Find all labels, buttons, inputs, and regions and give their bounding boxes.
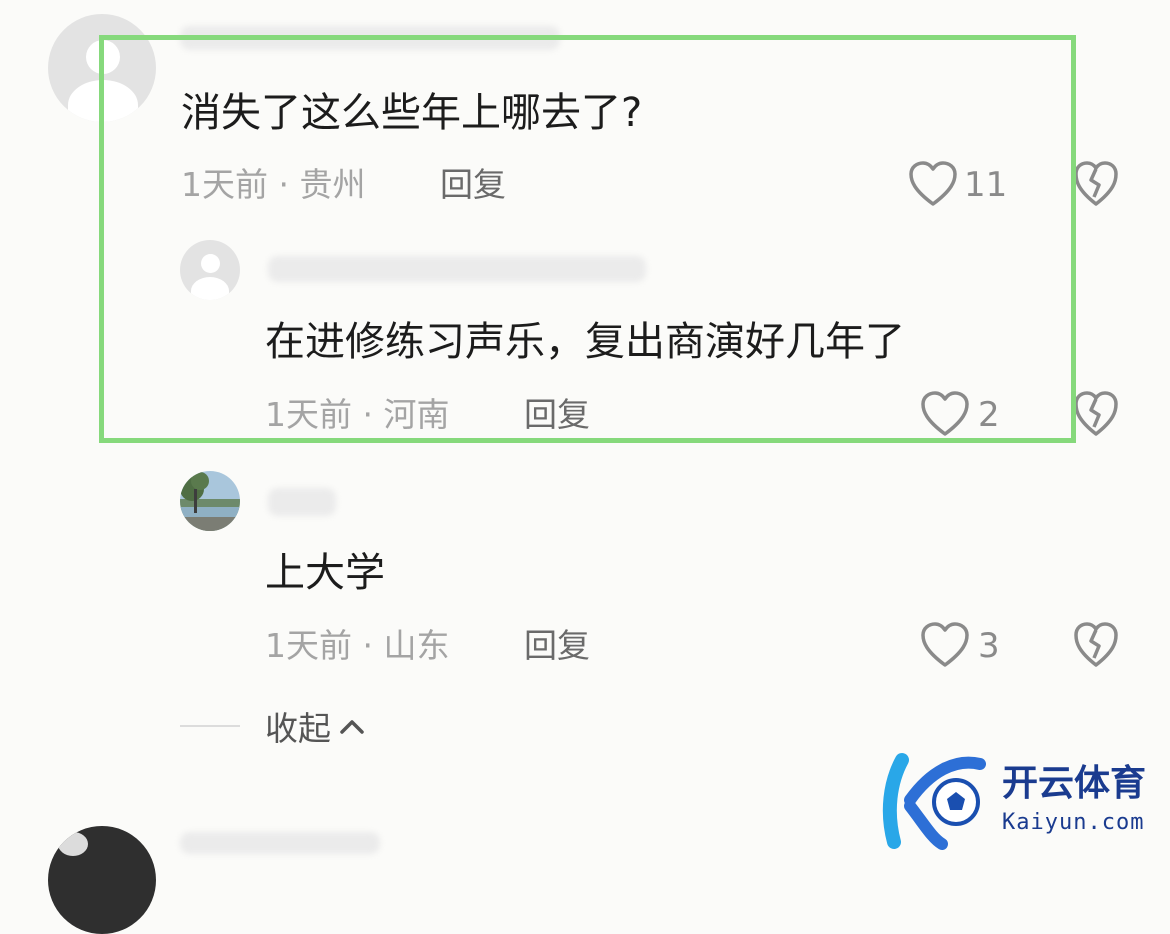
like-count: 3 xyxy=(978,626,1000,666)
comment-text: 上大学 xyxy=(265,550,385,596)
broken-heart-icon[interactable] xyxy=(1073,622,1119,668)
watermark-brand: 开云体育 xyxy=(1002,763,1147,804)
broken-heart-icon[interactable] xyxy=(1073,161,1119,207)
broken-heart-icon[interactable] xyxy=(1073,391,1119,437)
collapse-button[interactable]: 收起 xyxy=(265,708,365,748)
username-blurred[interactable] xyxy=(180,832,380,854)
collapse-label: 收起 xyxy=(265,708,331,748)
divider xyxy=(180,725,240,727)
watermark-domain: Kaiyun.com xyxy=(1002,810,1145,835)
highlight-box xyxy=(99,35,1076,443)
heart-outline-icon[interactable] xyxy=(920,622,970,668)
reply-button[interactable]: 回复 xyxy=(524,629,590,662)
comment-meta: 1天前 · 山东 xyxy=(265,626,450,665)
watermark-logo: 开云体育 Kaiyun.com xyxy=(880,752,1170,854)
avatar[interactable] xyxy=(48,826,156,934)
kaiyun-logo-icon xyxy=(882,753,986,850)
avatar[interactable] xyxy=(180,471,240,531)
username-blurred[interactable] xyxy=(268,488,336,516)
chevron-up-icon xyxy=(339,717,365,739)
